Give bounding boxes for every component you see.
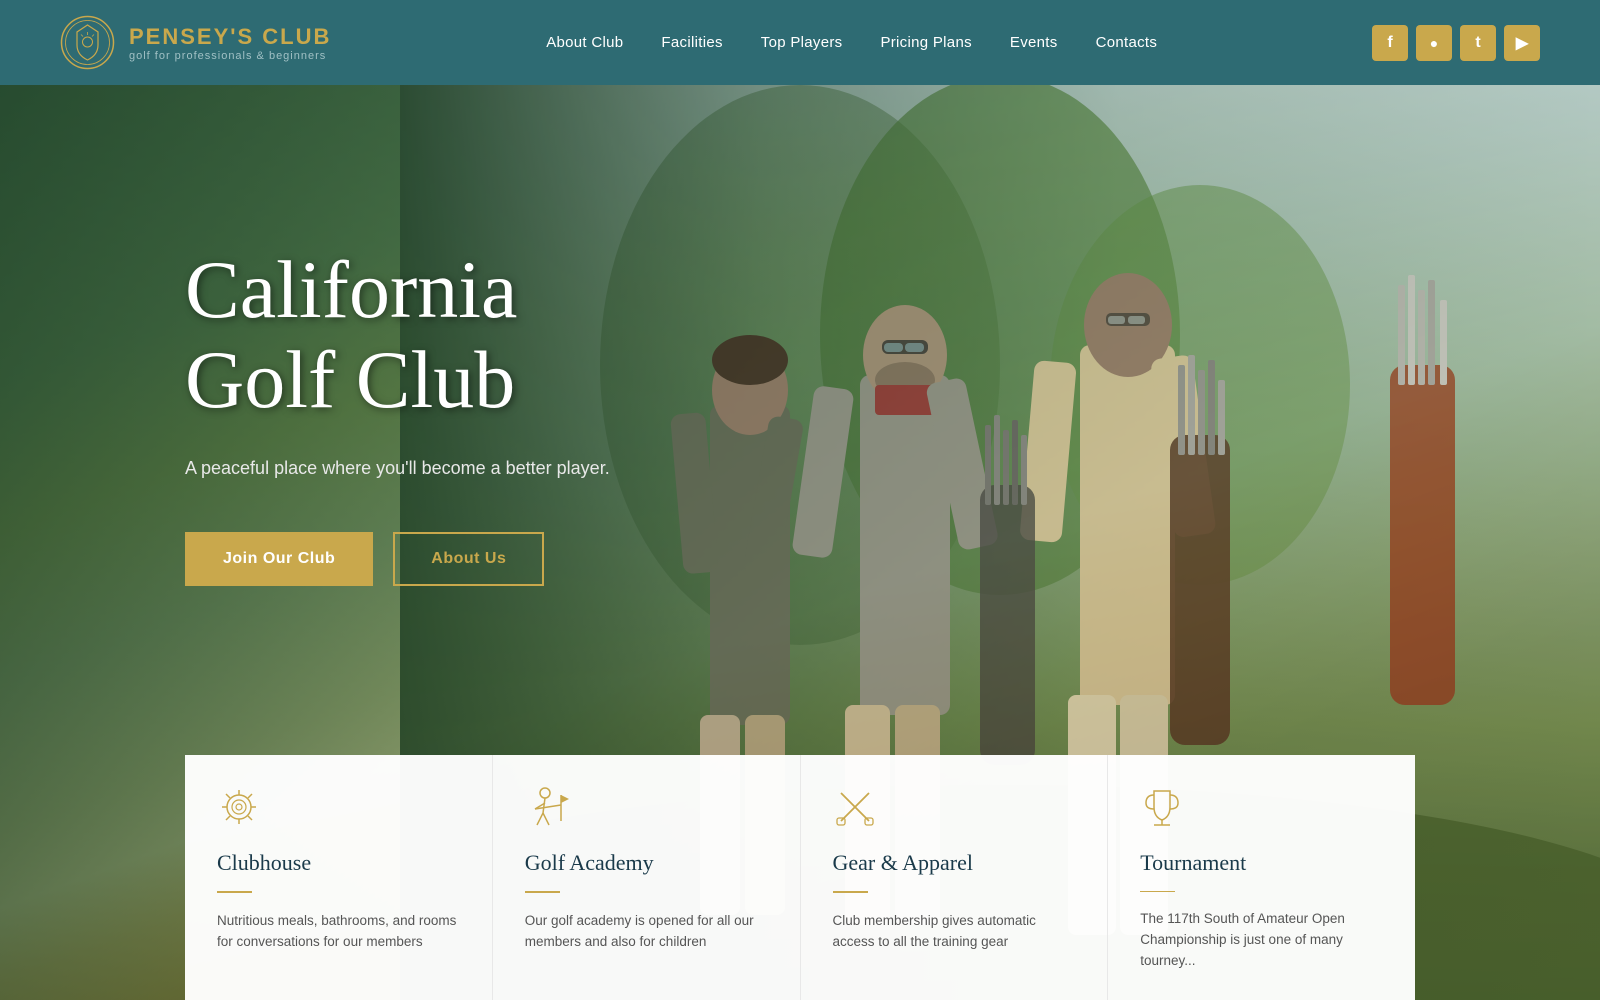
navbar: PENSEY'S CLUB golf for professionals & b… bbox=[0, 0, 1600, 85]
cards-section: Clubhouse Nutritious meals, bathrooms, a… bbox=[0, 755, 1600, 1000]
card-divider-3 bbox=[833, 891, 868, 893]
about-us-button[interactable]: About Us bbox=[393, 532, 544, 586]
clubhouse-icon bbox=[217, 785, 460, 835]
hero-subtitle: A peaceful place where you'll become a b… bbox=[185, 455, 620, 482]
card-clubhouse-title: Clubhouse bbox=[217, 850, 460, 876]
twitter-icon[interactable]: t bbox=[1460, 25, 1496, 61]
card-gear-apparel-title: Gear & Apparel bbox=[833, 850, 1076, 876]
join-club-button[interactable]: Join Our Club bbox=[185, 532, 373, 586]
logo-text: PENSEY'S CLUB golf for professionals & b… bbox=[129, 24, 331, 62]
card-gear-apparel: Gear & Apparel Club membership gives aut… bbox=[801, 755, 1109, 1000]
nav-item-facilities[interactable]: Facilities bbox=[661, 34, 722, 52]
card-gear-apparel-text: Club membership gives automatic access t… bbox=[833, 911, 1076, 953]
facebook-icon[interactable]: f bbox=[1372, 25, 1408, 61]
logo-icon bbox=[60, 15, 115, 70]
nav-item-events[interactable]: Events bbox=[1010, 34, 1058, 52]
card-golf-academy-title: Golf Academy bbox=[525, 850, 768, 876]
card-golf-academy-text: Our golf academy is opened for all our m… bbox=[525, 911, 768, 953]
nav-item-about-club[interactable]: About Club bbox=[546, 34, 623, 52]
youtube-icon[interactable]: ▶ bbox=[1504, 25, 1540, 61]
tournament-icon bbox=[1140, 785, 1383, 835]
card-tournament-title: Tournament bbox=[1140, 850, 1383, 876]
social-icons: f ● t ▶ bbox=[1372, 25, 1540, 61]
nav-links: About Club Facilities Top Players Pricin… bbox=[546, 34, 1157, 52]
card-divider-2 bbox=[525, 891, 560, 893]
golf-academy-icon bbox=[525, 785, 768, 835]
card-golf-academy: Golf Academy Our golf academy is opened … bbox=[493, 755, 801, 1000]
card-divider bbox=[217, 891, 252, 893]
hero-buttons: Join Our Club About Us bbox=[185, 532, 620, 586]
card-tournament-text: The 117th South of Amateur Open Champion… bbox=[1140, 909, 1383, 972]
logo[interactable]: PENSEY'S CLUB golf for professionals & b… bbox=[60, 15, 331, 70]
nav-item-contacts[interactable]: Contacts bbox=[1096, 34, 1158, 52]
nav-item-pricing-plans[interactable]: Pricing Plans bbox=[880, 34, 971, 52]
logo-subtitle: golf for professionals & beginners bbox=[129, 50, 331, 62]
gear-apparel-icon bbox=[833, 785, 1076, 835]
hero-title: California Golf Club bbox=[185, 245, 620, 425]
instagram-icon[interactable]: ● bbox=[1416, 25, 1452, 61]
card-clubhouse-text: Nutritious meals, bathrooms, and rooms f… bbox=[217, 911, 460, 953]
logo-title: PENSEY'S CLUB bbox=[129, 24, 331, 50]
card-clubhouse: Clubhouse Nutritious meals, bathrooms, a… bbox=[185, 755, 493, 1000]
nav-item-top-players[interactable]: Top Players bbox=[761, 34, 843, 52]
card-tournament: Tournament The 117th South of Amateur Op… bbox=[1108, 755, 1415, 1000]
hero-section: California Golf Club A peaceful place wh… bbox=[0, 85, 1600, 1000]
